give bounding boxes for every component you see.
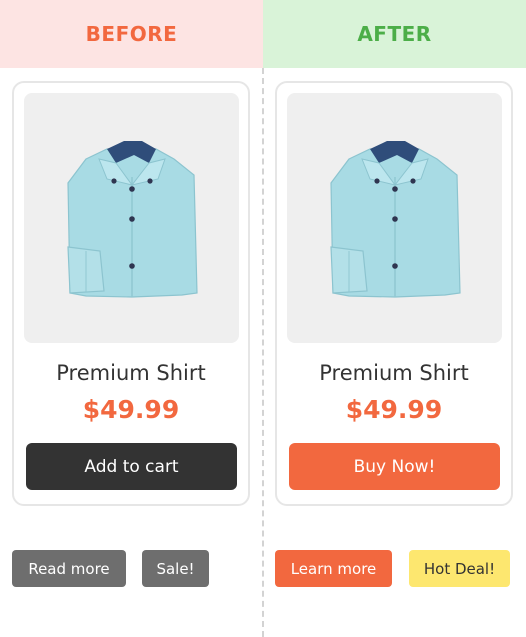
product-price: $49.99 — [82, 395, 180, 424]
product-title: Premium Shirt — [56, 361, 206, 385]
product-title: Premium Shirt — [319, 361, 469, 385]
column-divider — [262, 68, 264, 637]
after-product-image — [287, 93, 502, 343]
before-product-card: Premium Shirt $49.99 Add to cart — [12, 81, 250, 506]
buy-now-button[interactable]: Buy Now! — [289, 443, 500, 490]
read-more-button[interactable]: Read more — [12, 550, 126, 587]
hot-deal-badge[interactable]: Hot Deal! — [409, 550, 510, 587]
before-product-image — [24, 93, 239, 343]
shirt-icon — [330, 141, 461, 298]
add-to-cart-button[interactable]: Add to cart — [26, 443, 237, 490]
before-heading: BEFORE — [0, 0, 263, 68]
product-price: $49.99 — [345, 395, 443, 424]
shirt-icon — [67, 141, 198, 298]
sale-badge[interactable]: Sale! — [142, 550, 209, 587]
after-product-card: Premium Shirt $49.99 Buy Now! — [275, 81, 513, 506]
after-heading: AFTER — [263, 0, 526, 68]
learn-more-button[interactable]: Learn more — [275, 550, 392, 587]
